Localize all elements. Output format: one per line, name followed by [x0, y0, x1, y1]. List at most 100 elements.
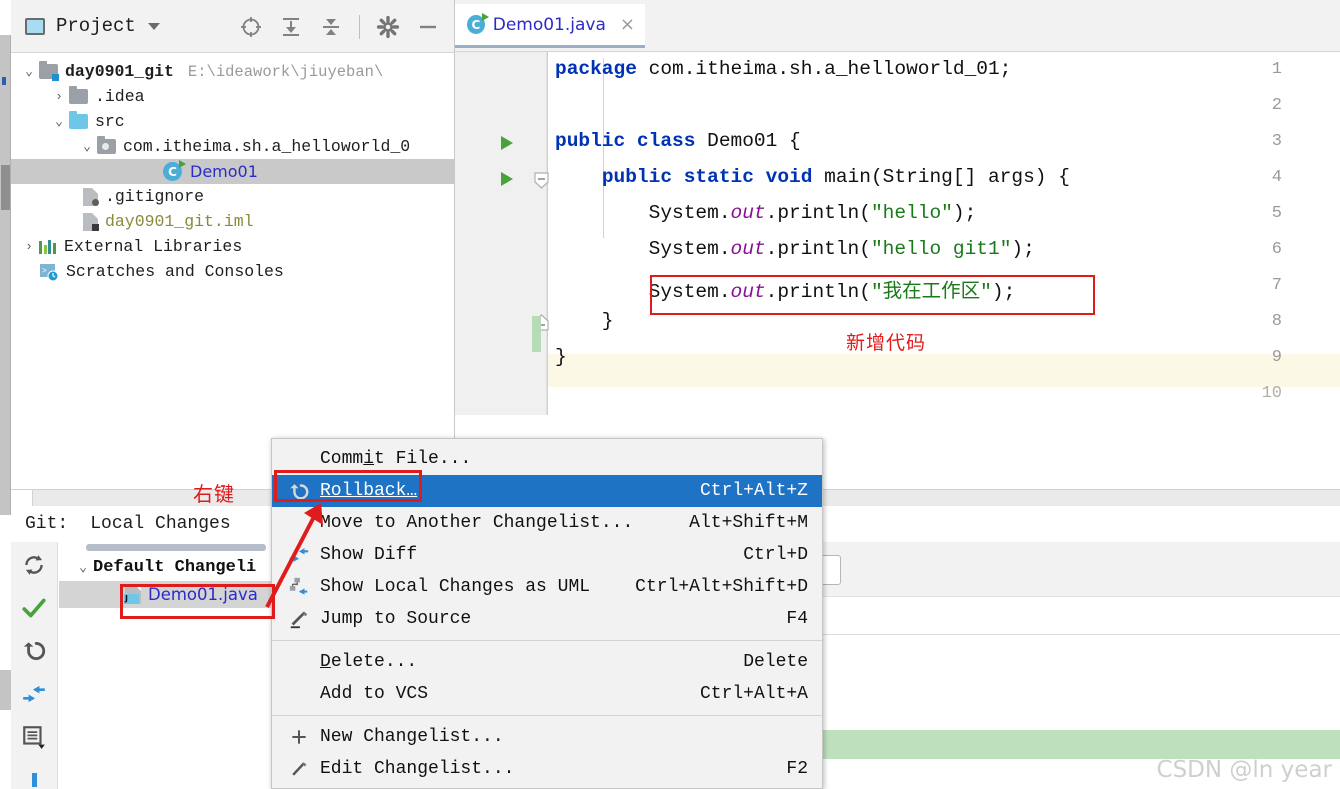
- code-row-10-highlight: [455, 354, 1340, 387]
- project-title: Project: [56, 15, 136, 37]
- project-window-icon: [25, 18, 45, 35]
- menu-item-label: Edit Changelist...: [320, 759, 514, 779]
- hide-window-icon[interactable]: [416, 15, 440, 39]
- java-class-icon: C: [467, 15, 485, 34]
- menu-item-create-patch[interactable]: Create Patch from Local Changes...: [272, 785, 822, 789]
- code-line-1: package com.itheima.sh.a_helloworld_01;: [555, 58, 1011, 80]
- line-number: 8: [1252, 312, 1282, 331]
- toolbar-more-indicator[interactable]: [32, 773, 37, 787]
- rollback-icon[interactable]: [21, 638, 47, 664]
- context-menu[interactable]: Commit File... Rollback… Ctrl+Alt+Z Move…: [271, 438, 823, 789]
- tree-row-demo01[interactable]: C Demo01: [11, 159, 454, 184]
- gear-icon[interactable]: [376, 15, 400, 39]
- strip-marker: [2, 77, 6, 85]
- git-prefix-label: Git:: [25, 514, 68, 534]
- chevron-down-icon[interactable]: ⌄: [19, 64, 39, 79]
- menu-item-commit-file[interactable]: Commit File...: [272, 443, 822, 475]
- menu-item-show-diff[interactable]: Show Diff Ctrl+D: [272, 539, 822, 571]
- menu-item-move-to-another-changelist[interactable]: Move to Another Changelist... Alt+Shift+…: [272, 507, 822, 539]
- tree-label: External Libraries: [64, 237, 242, 256]
- tree-row-external-libraries[interactable]: › External Libraries: [11, 234, 454, 259]
- left-tool-strip[interactable]: [0, 35, 11, 515]
- vcs-change-marker[interactable]: [532, 316, 541, 352]
- menu-item-edit-changelist[interactable]: Edit Changelist... F2: [272, 753, 822, 785]
- tree-row-gitignore[interactable]: .gitignore: [11, 184, 454, 209]
- menu-item-rollback[interactable]: Rollback… Ctrl+Alt+Z: [272, 475, 822, 507]
- menu-item-shortcut: Delete: [743, 652, 808, 672]
- menu-item-delete[interactable]: Delete... Delete: [272, 646, 822, 678]
- menu-item-label: Move to Another Changelist...: [320, 513, 633, 533]
- file-ignored-icon: [83, 188, 98, 206]
- file-iml-icon: [83, 213, 98, 231]
- menu-item-jump-to-source[interactable]: Jump to Source F4: [272, 603, 822, 635]
- expand-all-icon[interactable]: [279, 15, 303, 39]
- show-diff-icon: [286, 544, 312, 566]
- run-method-icon[interactable]: [501, 172, 513, 186]
- tree-label: src: [95, 112, 125, 131]
- menu-item-new-changelist[interactable]: New Changelist...: [272, 721, 822, 753]
- strip-scrollbar-thumb[interactable]: [1, 165, 10, 210]
- line-number: 9: [1252, 348, 1282, 367]
- changes-tree-file-row[interactable]: J Demo01.java: [59, 581, 277, 608]
- code-editor[interactable]: 1 2 3 4 5 6 7 8 9 10 pac: [455, 52, 1340, 415]
- run-class-icon[interactable]: [501, 136, 513, 150]
- menu-item-add-to-vcs[interactable]: Add to VCS Ctrl+Alt+A: [272, 678, 822, 710]
- tab-local-changes[interactable]: Local Changes: [90, 514, 230, 534]
- code-line-5: System.out.println("hello");: [555, 202, 976, 224]
- tree-row-package[interactable]: ⌄ com.itheima.sh.a_helloworld_0: [11, 134, 454, 159]
- tree-row-iml[interactable]: day0901_git.iml: [11, 209, 454, 234]
- menu-item-shortcut: Ctrl+Alt+Shift+D: [635, 577, 808, 597]
- tab-demo01-java[interactable]: C Demo01.java ×: [455, 4, 645, 48]
- code-line-7: System.out.println("我在工作区");: [555, 274, 1015, 303]
- close-icon[interactable]: ×: [620, 14, 635, 35]
- chevron-right-icon[interactable]: ›: [19, 239, 39, 254]
- package-icon: [97, 139, 116, 154]
- tree-row-idea[interactable]: › .idea: [11, 84, 454, 109]
- changes-tree-scrollbar[interactable]: [86, 544, 266, 551]
- chevron-right-icon[interactable]: ›: [49, 89, 69, 104]
- changelist-label: Default Changeli: [93, 558, 256, 577]
- tree-row-scratches[interactable]: > Scratches and Consoles: [11, 259, 454, 284]
- commit-check-icon[interactable]: [21, 595, 47, 621]
- chevron-down-icon[interactable]: ⌄: [73, 560, 93, 575]
- left-tool-strip-lower[interactable]: [0, 670, 11, 710]
- fold-region-start-icon[interactable]: [533, 172, 550, 189]
- tree-label: .idea: [95, 87, 145, 106]
- locate-icon[interactable]: [239, 15, 263, 39]
- line-number: 2: [1252, 96, 1282, 115]
- show-diff-icon[interactable]: [21, 681, 47, 707]
- menu-item-show-local-changes-as-uml[interactable]: Show Local Changes as UML Ctrl+Alt+Shift…: [272, 571, 822, 603]
- editor-annotation-new-code: 新增代码: [846, 328, 926, 355]
- plus-icon: [286, 727, 312, 747]
- project-tree[interactable]: ⌄ day0901_git E:\ideawork\jiuyeban\ › .i…: [11, 53, 454, 284]
- uml-icon: [286, 576, 312, 598]
- tree-row-day0901-git[interactable]: ⌄ day0901_git E:\ideawork\jiuyeban\: [11, 59, 454, 84]
- tab-label: Demo01.java: [493, 15, 606, 35]
- group-by-icon[interactable]: [21, 724, 47, 750]
- chevron-down-icon[interactable]: [148, 23, 160, 30]
- code-line-8: }: [555, 310, 614, 332]
- changelist-row-default[interactable]: ⌄ Default Changeli: [59, 554, 277, 581]
- collapse-all-icon[interactable]: [319, 15, 343, 39]
- tree-row-src[interactable]: ⌄ src: [11, 109, 454, 134]
- refresh-icon[interactable]: [21, 552, 47, 578]
- changes-tree[interactable]: ⌄ Default Changeli J Demo01.java: [59, 542, 278, 789]
- folder-source-icon: [69, 114, 88, 129]
- annotation-right-click: 右键: [193, 478, 235, 507]
- chevron-down-icon[interactable]: ⌄: [49, 114, 69, 129]
- menu-separator: [272, 715, 822, 716]
- toolbar-separator: [359, 15, 360, 39]
- editor-gutter[interactable]: [455, 52, 547, 415]
- menu-item-label: Rollback…: [320, 481, 417, 501]
- pencil-icon: [286, 608, 312, 630]
- folder-module-icon: [39, 64, 58, 79]
- line-number: 5: [1252, 204, 1282, 223]
- menu-item-shortcut: Alt+Shift+M: [689, 513, 808, 533]
- tree-label: day0901_git.iml: [105, 212, 254, 231]
- chevron-down-icon[interactable]: ⌄: [77, 139, 97, 154]
- java-class-icon: C: [163, 162, 182, 181]
- tree-label: Demo01: [190, 162, 258, 181]
- java-file-icon: J: [125, 585, 141, 604]
- tree-label: com.itheima.sh.a_helloworld_0: [123, 137, 410, 156]
- menu-item-label: Delete...: [320, 652, 417, 672]
